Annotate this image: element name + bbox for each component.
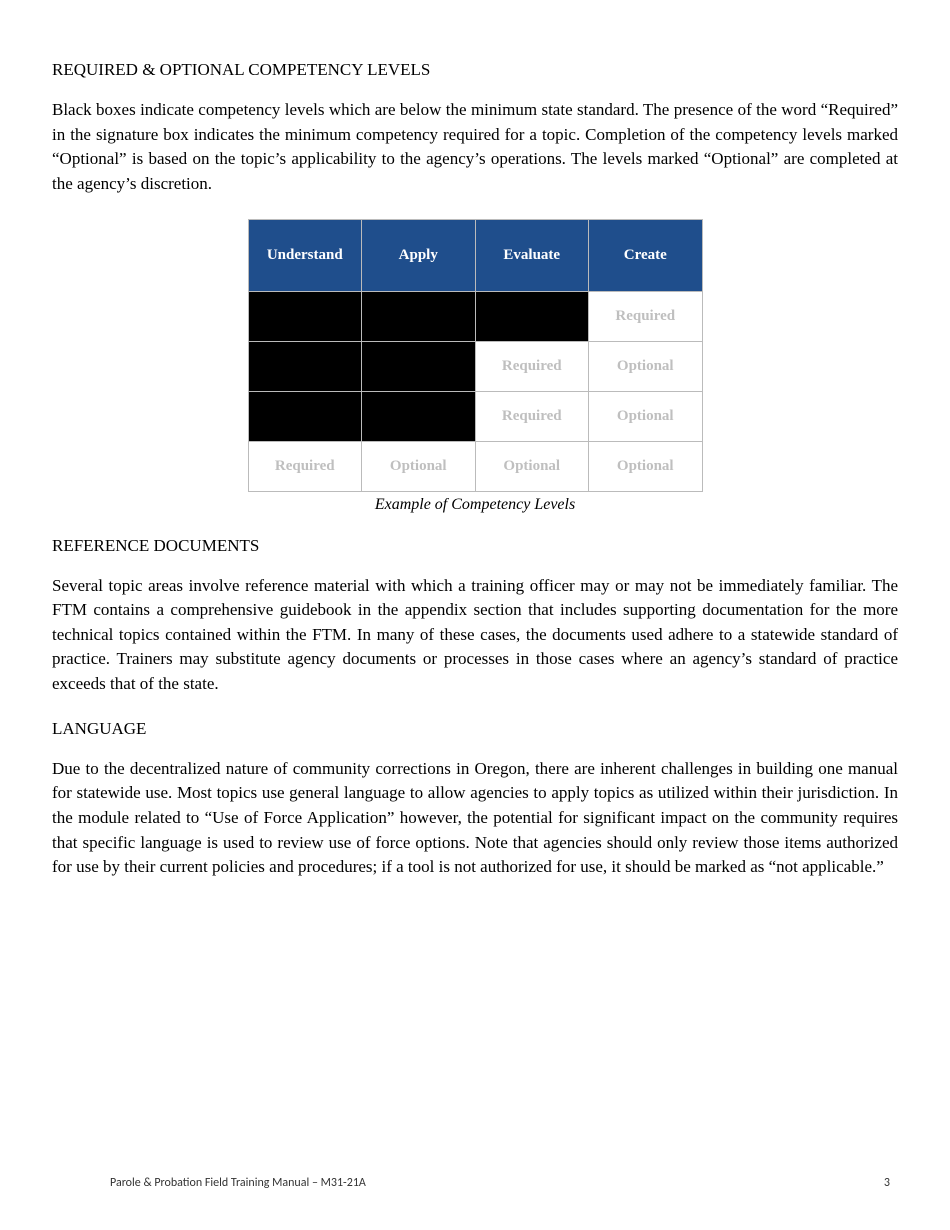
table-cell xyxy=(362,391,476,441)
section-heading-competency: REQUIRED & OPTIONAL COMPETENCY LEVELS xyxy=(52,60,898,80)
table-cell: Required xyxy=(475,391,589,441)
table-cell: Optional xyxy=(589,391,703,441)
col-header: Understand xyxy=(248,219,362,291)
col-header: Evaluate xyxy=(475,219,589,291)
section-body-reference: Several topic areas involve reference ma… xyxy=(52,574,898,697)
section-body-competency: Black boxes indicate competency levels w… xyxy=(52,98,898,197)
section-heading-language: LANGUAGE xyxy=(52,719,898,739)
col-header: Create xyxy=(589,219,703,291)
competency-table-wrapper: Understand Apply Evaluate Create Require… xyxy=(52,219,898,514)
table-cell: Required xyxy=(475,341,589,391)
section-body-language: Due to the decentralized nature of commu… xyxy=(52,757,898,880)
page-footer: Parole & Probation Field Training Manual… xyxy=(110,1176,890,1190)
col-header: Apply xyxy=(362,219,476,291)
table-cell: Optional xyxy=(589,341,703,391)
table-cell xyxy=(248,391,362,441)
table-cell xyxy=(475,291,589,341)
footer-right: 3 xyxy=(884,1176,890,1190)
table-cell: Optional xyxy=(475,441,589,491)
table-cell: Optional xyxy=(589,441,703,491)
table-body: RequiredRequiredOptionalRequiredOptional… xyxy=(248,291,702,491)
table-row: RequiredOptionalOptionalOptional xyxy=(248,441,702,491)
table-cell xyxy=(362,341,476,391)
table-row: RequiredOptional xyxy=(248,391,702,441)
table-cell: Optional xyxy=(362,441,476,491)
table-header-row: Understand Apply Evaluate Create xyxy=(248,219,702,291)
section-heading-reference: REFERENCE DOCUMENTS xyxy=(52,536,898,556)
table-cell xyxy=(248,291,362,341)
table-row: RequiredOptional xyxy=(248,341,702,391)
table-cell: Required xyxy=(248,441,362,491)
competency-table: Understand Apply Evaluate Create Require… xyxy=(248,219,703,492)
footer-left: Parole & Probation Field Training Manual… xyxy=(110,1176,366,1190)
table-caption: Example of Competency Levels xyxy=(375,496,575,514)
table-cell xyxy=(248,341,362,391)
table-row: Required xyxy=(248,291,702,341)
table-cell xyxy=(362,291,476,341)
table-cell: Required xyxy=(589,291,703,341)
